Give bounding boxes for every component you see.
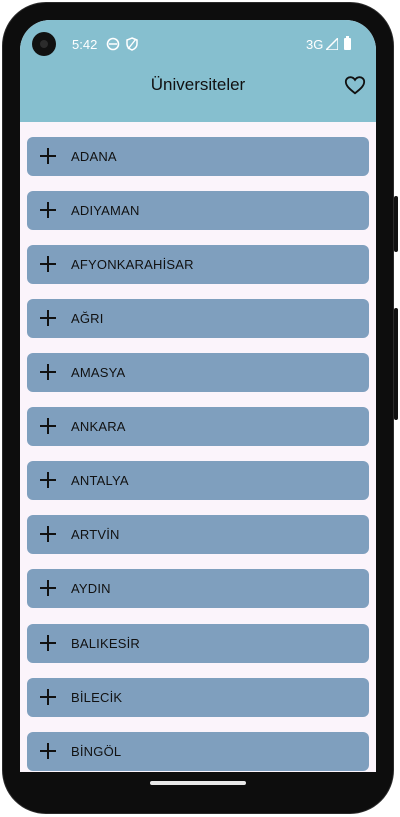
- city-label: BİNGÖL: [71, 744, 122, 759]
- list-item[interactable]: AYDIN: [27, 569, 369, 608]
- city-list: ADANA ADIYAMAN AFYONKARAHİSAR AĞRI AMASY…: [20, 122, 376, 792]
- plus-icon: [40, 689, 56, 705]
- city-label: ANTALYA: [71, 473, 129, 488]
- plus-icon: [40, 310, 56, 326]
- plus-icon: [40, 418, 56, 434]
- volume-button: [394, 196, 398, 252]
- gesture-nav-bar: [20, 772, 376, 802]
- plus-icon: [40, 202, 56, 218]
- city-label: BİLECİK: [71, 690, 123, 705]
- city-label: ADIYAMAN: [71, 203, 140, 218]
- shield-icon: [126, 37, 138, 51]
- plus-icon: [40, 635, 56, 651]
- list-item[interactable]: AĞRI: [27, 299, 369, 338]
- list-item[interactable]: BİNGÖL: [27, 732, 369, 771]
- notification-icon: [106, 37, 120, 51]
- front-camera: [32, 32, 56, 56]
- favorites-heart-icon[interactable]: [344, 74, 366, 96]
- city-label: ANKARA: [71, 419, 126, 434]
- plus-icon: [40, 256, 56, 272]
- plus-icon: [40, 580, 56, 596]
- home-gesture-handle[interactable]: [150, 781, 246, 785]
- list-item[interactable]: AFYONKARAHİSAR: [27, 245, 369, 284]
- app-bar: Üniversiteler: [20, 68, 376, 122]
- plus-icon: [40, 472, 56, 488]
- list-item[interactable]: BALIKESİR: [27, 624, 369, 663]
- power-button: [394, 308, 398, 420]
- city-label: AYDIN: [71, 581, 111, 596]
- list-item[interactable]: ANTALYA: [27, 461, 369, 500]
- city-label: ADANA: [71, 149, 117, 164]
- list-item[interactable]: BİLECİK: [27, 678, 369, 717]
- city-label: AFYONKARAHİSAR: [71, 257, 194, 272]
- screen: 5:42 3G Üniversiteler ADANA ADIYAMAN AFY…: [20, 20, 376, 792]
- plus-icon: [40, 743, 56, 759]
- city-label: AĞRI: [71, 311, 104, 326]
- status-time: 5:42: [72, 37, 98, 52]
- city-label: BALIKESİR: [71, 636, 140, 651]
- page-title: Üniversiteler: [150, 75, 246, 94]
- plus-icon: [40, 364, 56, 380]
- plus-icon: [40, 526, 56, 542]
- list-item[interactable]: ANKARA: [27, 407, 369, 446]
- list-item[interactable]: ADANA: [27, 137, 369, 176]
- plus-icon: [40, 148, 56, 164]
- battery-icon: [344, 36, 351, 50]
- signal-icon: [326, 38, 338, 50]
- list-item[interactable]: AMASYA: [27, 353, 369, 392]
- list-item[interactable]: ARTVİN: [27, 515, 369, 554]
- city-label: AMASYA: [71, 365, 126, 380]
- phone-frame: 5:42 3G Üniversiteler ADANA ADIYAMAN AFY…: [0, 0, 400, 817]
- city-label: ARTVİN: [71, 527, 120, 542]
- list-item[interactable]: ADIYAMAN: [27, 191, 369, 230]
- status-bar: 5:42 3G: [20, 20, 376, 68]
- network-type: 3G: [306, 37, 324, 52]
